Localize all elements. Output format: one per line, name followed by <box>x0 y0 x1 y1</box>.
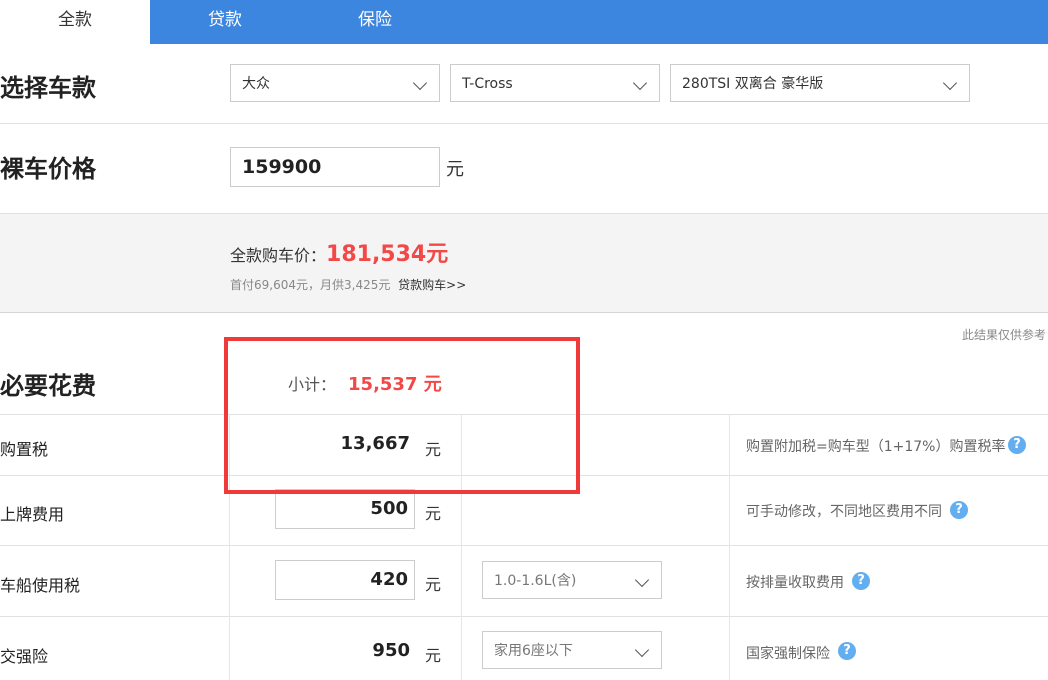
question-icon[interactable]: ? <box>852 572 870 590</box>
brand-select-value: 大众 <box>242 76 270 92</box>
payment-plan-text: 首付69,604元，月供3,425元 <box>230 278 391 292</box>
bare-price-unit: 元 <box>446 159 464 180</box>
chevron-down-icon <box>634 642 650 658</box>
trim-select[interactable]: 280TSI 双离合 豪华版 <box>670 64 970 102</box>
total-price: 全款购车价： 181,534元 <box>230 236 448 268</box>
plate-fee-note: 可手动修改，不同地区费用不同 <box>746 504 942 520</box>
column-divider <box>729 415 730 680</box>
total-price-value: 181,534元 <box>326 242 449 267</box>
divider <box>0 616 1048 617</box>
compulsory-insurance-unit: 元 <box>425 646 442 665</box>
compulsory-insurance-value: 950 <box>372 640 410 661</box>
compulsory-insurance-note: 国家强制保险 <box>746 646 830 662</box>
brand-select[interactable]: 大众 <box>230 64 440 102</box>
required-heading: 必要花费 <box>0 372 96 400</box>
vehicle-tax-note: 按排量收取费用 <box>746 575 844 591</box>
series-select-value: T-Cross <box>462 76 513 92</box>
bare-price-input[interactable]: 159900 <box>230 147 440 187</box>
highlight-box <box>224 337 580 494</box>
plate-fee-unit: 元 <box>425 504 442 523</box>
row-label-plate-fee: 上牌费用 <box>0 505 65 524</box>
question-icon[interactable]: ? <box>1008 436 1026 454</box>
tab-insurance[interactable]: 保险 <box>300 0 450 44</box>
price-summary <box>0 213 1048 313</box>
loan-link[interactable]: 贷款购车>> <box>398 278 466 292</box>
tab-full-payment[interactable]: 全款 <box>0 0 150 44</box>
divider <box>0 545 1048 546</box>
question-icon[interactable]: ? <box>950 501 968 519</box>
question-icon[interactable]: ? <box>838 642 856 660</box>
chevron-down-icon <box>412 75 428 91</box>
trim-select-value: 280TSI 双离合 豪华版 <box>682 76 824 92</box>
vehicle-tax-input[interactable]: 420 <box>275 560 415 600</box>
payment-plan: 首付69,604元，月供3,425元 贷款购车>> <box>230 276 466 293</box>
bare-price-heading: 裸车价格 <box>0 155 96 183</box>
row-label-compulsory-insurance: 交强险 <box>0 647 49 666</box>
chevron-down-icon <box>634 572 650 588</box>
row-label-vehicle-tax: 车船使用税 <box>0 576 81 595</box>
plate-fee-input[interactable]: 500 <box>275 489 415 529</box>
tab-loan[interactable]: 贷款 <box>150 0 300 44</box>
chevron-down-icon <box>632 75 648 91</box>
disclaimer: 此结果仅供参考 <box>961 328 1046 342</box>
select-model-heading: 选择车款 <box>0 74 96 102</box>
divider <box>0 123 1048 124</box>
displacement-select-value: 1.0-1.6L(含) <box>494 573 577 589</box>
vehicle-tax-unit: 元 <box>425 575 442 594</box>
displacement-select[interactable]: 1.0-1.6L(含) <box>482 561 662 599</box>
total-price-label: 全款购车价： <box>230 246 327 265</box>
chevron-down-icon <box>942 75 958 91</box>
row-label-purchase-tax: 购置税 <box>0 440 49 459</box>
purchase-tax-note: 购置附加税=购车型（1+17%）购置税率 <box>746 439 1006 455</box>
series-select[interactable]: T-Cross <box>450 64 660 102</box>
seat-type-select-value: 家用6座以下 <box>494 643 573 659</box>
seat-type-select[interactable]: 家用6座以下 <box>482 631 662 669</box>
